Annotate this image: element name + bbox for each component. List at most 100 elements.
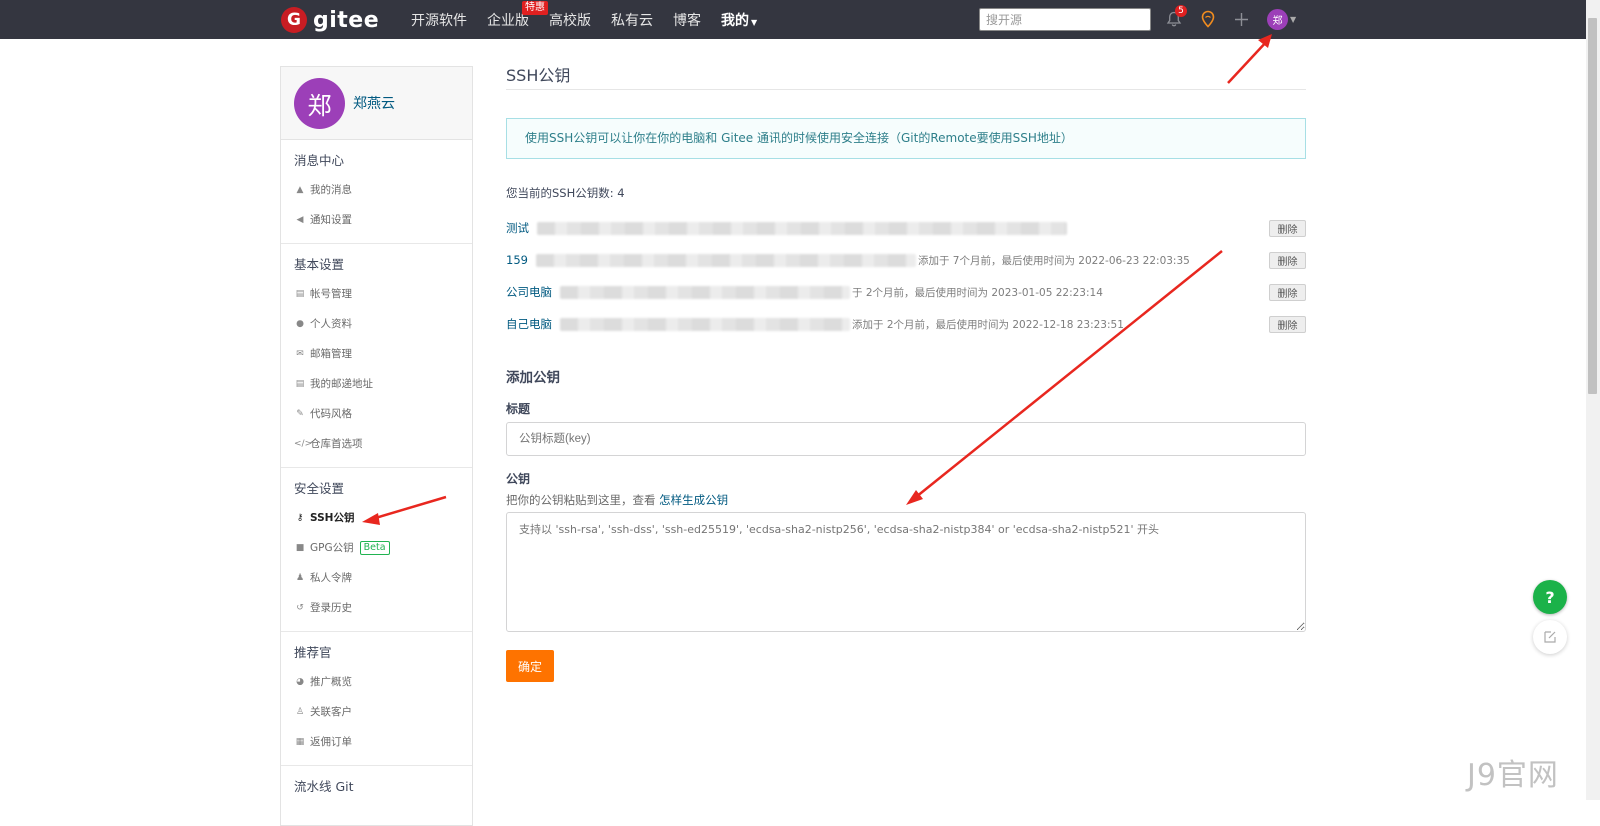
profile-name[interactable]: 郑燕云 xyxy=(353,93,395,113)
key-hint: 把你的公钥粘贴到这里，查看 怎样生成公钥 xyxy=(506,492,1306,508)
avatar[interactable]: 郑 xyxy=(294,78,345,129)
key-hint-text: 把你的公钥粘贴到这里，查看 xyxy=(506,493,660,507)
info-message: 使用SSH公钥可以让你在你的电脑和 Gitee 通讯的时候使用安全连接（Git的… xyxy=(506,118,1306,159)
nav-open-source[interactable]: 开源软件 xyxy=(411,10,467,30)
mail-icon: ✉ xyxy=(296,349,304,359)
nav-mine-dropdown[interactable]: 我的 ▼ xyxy=(721,10,757,30)
sidebar-item-label: 关联客户 xyxy=(310,706,352,718)
watermark-text: J9官网 xyxy=(1467,758,1559,793)
nav-private-cloud[interactable]: 私有云 xyxy=(611,10,653,30)
sidebar-item-repo-preferences[interactable]: </> 仓库首选项 xyxy=(281,429,472,459)
list-icon: ▦ xyxy=(295,737,305,747)
sidebar-item-notification-settings[interactable]: ◀ 通知设置 xyxy=(281,205,472,235)
user-avatar-menu[interactable]: 郑 xyxy=(1267,9,1288,30)
ssh-key-list: 测试 删除 159 添加于 7个月前，最后使用时间为 2022-06-23 22… xyxy=(506,212,1306,340)
nav-enterprise[interactable]: 企业版 特惠 xyxy=(487,0,548,30)
sidebar-item-gpg-keys[interactable]: ■ GPG公钥 Beta xyxy=(281,533,472,563)
key-field-label: 公钥 xyxy=(506,472,531,486)
key-title-input[interactable] xyxy=(506,422,1306,456)
sidebar-item-promotion-overview[interactable]: ◕ 推广概览 xyxy=(281,667,472,697)
sidebar-section-security: 安全设置 ⚷ SSH公钥 ■ GPG公钥 Beta ♟ 私人令牌 ↺ 登录历史 xyxy=(281,468,472,632)
delete-key-button[interactable]: 删除 xyxy=(1269,252,1306,269)
chart-icon: ◕ xyxy=(296,677,304,687)
code-icon: </> xyxy=(294,439,313,449)
history-icon: ↺ xyxy=(296,603,304,613)
title-field-label: 标题 xyxy=(506,402,531,416)
lock-icon: ■ xyxy=(295,543,305,553)
sidebar-item-label: 返佣订单 xyxy=(310,736,352,748)
key-count: 您当前的SSH公钥数: 4 xyxy=(506,186,625,200)
feedback-button[interactable] xyxy=(1533,620,1567,654)
sidebar-item-my-messages[interactable]: ▲ 我的消息 xyxy=(281,175,472,205)
redacted-fingerprint xyxy=(537,221,1067,235)
sidebar-item-label: 邮箱管理 xyxy=(310,348,352,360)
sidebar-item-linked-customers[interactable]: ♙ 关联客户 xyxy=(281,697,472,727)
help-button[interactable]: ? xyxy=(1533,580,1567,614)
delete-key-button[interactable]: 删除 xyxy=(1269,316,1306,333)
delete-key-button[interactable]: 删除 xyxy=(1269,220,1306,237)
add-key-heading: 添加公钥 xyxy=(506,370,560,386)
chevron-down-icon: ▼ xyxy=(1290,15,1297,24)
ssh-key-meta: 于 2个月前，最后使用时间为 2023-01-05 22:23:14 xyxy=(852,286,1103,299)
speaker-icon: ◀ xyxy=(296,215,304,225)
search-input[interactable] xyxy=(979,8,1151,31)
brush-icon: ✎ xyxy=(296,409,304,419)
sidebar-item-profile[interactable]: ● 个人资料 xyxy=(281,309,472,339)
sidebar-item-commission-orders[interactable]: ▦ 返佣订单 xyxy=(281,727,472,757)
nav-education[interactable]: 高校版 xyxy=(549,10,591,30)
sidebar-section-title: 推荐官 xyxy=(294,645,332,660)
plus-icon xyxy=(1234,12,1248,26)
redacted-fingerprint xyxy=(535,253,916,267)
gitee-logo-mark: G xyxy=(281,7,307,33)
ssh-key-meta: 添加于 2个月前，最后使用时间为 2022-12-18 23:23:51 xyxy=(852,318,1124,331)
users-icon: ♙ xyxy=(295,707,305,717)
address-card-icon: ▤ xyxy=(295,379,305,389)
sidebar-item-private-tokens[interactable]: ♟ 私人令牌 xyxy=(281,563,472,593)
profile-header: 郑 郑燕云 xyxy=(281,67,472,140)
sidebar-item-address[interactable]: ▤ 我的邮递地址 xyxy=(281,369,472,399)
sidebar-item-label: 私人令牌 xyxy=(310,572,352,584)
sidebar-item-email[interactable]: ✉ 邮箱管理 xyxy=(281,339,472,369)
ssh-key-row: 测试 删除 xyxy=(506,212,1306,244)
edit-icon xyxy=(1544,631,1556,643)
notifications-button[interactable]: 5 xyxy=(1164,5,1187,29)
confirm-button[interactable]: 确定 xyxy=(506,650,554,682)
nav-blog[interactable]: 博客 xyxy=(673,10,701,30)
user-secret-icon: ♟ xyxy=(295,573,305,583)
map-pin-button[interactable] xyxy=(1198,9,1218,29)
sidebar-item-label: 推广概览 xyxy=(310,676,352,688)
id-card-icon: ▤ xyxy=(295,289,305,299)
ssh-key-meta: 添加于 7个月前，最后使用时间为 2022-06-23 22:03:35 xyxy=(917,254,1190,267)
gitee-logo[interactable]: G gitee xyxy=(281,7,379,33)
sidebar-item-login-history[interactable]: ↺ 登录历史 xyxy=(281,593,472,623)
main-nav: 开源软件 企业版 特惠 高校版 私有云 博客 我的 ▼ xyxy=(411,0,777,39)
delete-key-button[interactable]: 删除 xyxy=(1269,284,1306,301)
nav-mine-label: 我的 xyxy=(721,12,749,29)
ssh-key-title[interactable]: 自己电脑 xyxy=(506,316,552,332)
public-key-textarea[interactable] xyxy=(506,512,1306,632)
sidebar-item-label: 我的消息 xyxy=(310,184,352,196)
ssh-key-title[interactable]: 测试 xyxy=(506,220,529,236)
promo-badge: 特惠 xyxy=(522,0,548,15)
ssh-key-title[interactable]: 159 xyxy=(506,253,528,267)
sidebar-item-code-style[interactable]: ✎ 代码风格 xyxy=(281,399,472,429)
sidebar-item-label: 代码风格 xyxy=(310,408,352,420)
sidebar-section-title: 消息中心 xyxy=(294,153,345,168)
sidebar-item-label: GPG公钥 xyxy=(310,542,354,554)
sidebar-item-label: 仓库首选项 xyxy=(310,438,363,450)
sidebar-section-title: 基本设置 xyxy=(294,257,345,272)
ssh-key-title[interactable]: 公司电脑 xyxy=(506,284,552,300)
sidebar-section-title: 流水线 Git xyxy=(294,779,354,794)
sidebar-section-title: 安全设置 xyxy=(294,481,345,496)
sidebar-item-account[interactable]: ▤ 帐号管理 xyxy=(281,279,472,309)
sidebar-item-label: 登录历史 xyxy=(310,602,352,614)
ssh-key-row: 自己电脑 添加于 2个月前，最后使用时间为 2022-12-18 23:23:5… xyxy=(506,308,1306,340)
create-button[interactable] xyxy=(1231,9,1251,29)
how-to-generate-key-link[interactable]: 怎样生成公钥 xyxy=(659,493,728,507)
page-scrollbar[interactable] xyxy=(1586,0,1600,800)
scrollbar-thumb[interactable] xyxy=(1588,18,1597,394)
sidebar-item-label: 个人资料 xyxy=(310,318,352,330)
sidebar-item-label: SSH公钥 xyxy=(310,512,355,524)
nav-private-cloud-label: 私有云 xyxy=(611,12,653,29)
sidebar-item-ssh-keys[interactable]: ⚷ SSH公钥 xyxy=(281,503,472,533)
